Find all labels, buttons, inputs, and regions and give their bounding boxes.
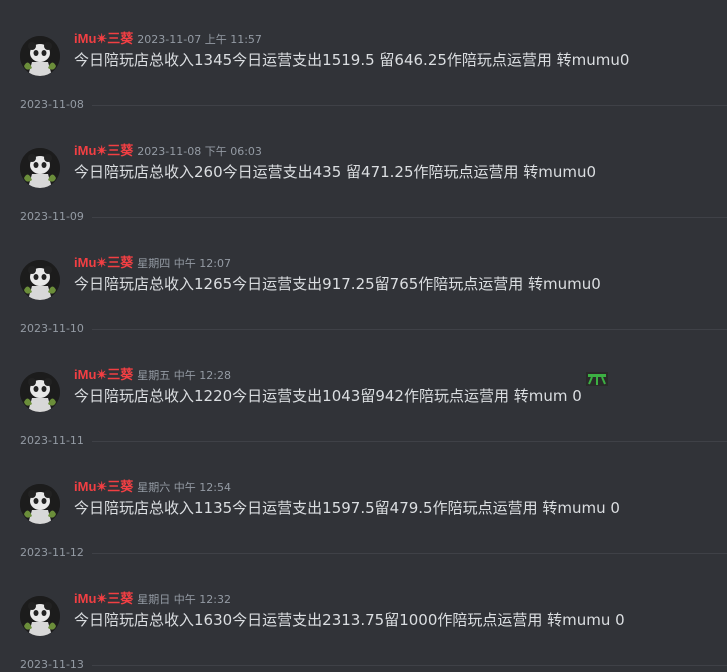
message-content: 今日陪玩店总收入1135今日运营支出1597.5留479.5作陪玩点运营用 转m… [74,499,620,517]
message-content: 今日陪玩店总收入1630今日运营支出2313.75留1000作陪玩点运营用 转m… [74,611,625,629]
panda-avatar-icon [20,260,60,300]
panda-avatar-icon [20,148,60,188]
chat-message-list: iMu✴三葵 2023-11-07 上午 11:57 今日陪玩店总收入1345今日… [0,0,727,672]
divider-line [20,329,727,330]
date-divider-label: 2023-11-11 [20,434,92,448]
panda-avatar-icon [20,36,60,76]
divider-line [20,665,727,666]
message-timestamp: 2023-11-07 上午 11:57 [137,33,262,46]
message-item[interactable]: iMu✴三葵 星期四 中午 12:07 今日陪玩店总收入1265今日运营支出917… [0,254,727,314]
date-divider: 2023-11-11 [20,434,727,448]
avatar[interactable] [20,260,60,300]
message-item[interactable]: iMu✴三葵 2023-11-08 下午 06:03 今日陪玩店总收入260今日运… [0,142,727,202]
panda-avatar-icon [20,372,60,412]
panda-avatar-icon [20,596,60,636]
divider-line [20,217,727,218]
message-content: 今日陪玩店总收入1265今日运营支出917.25留765作陪玩点运营用 转mum… [74,275,601,293]
author-name[interactable]: iMu✴三葵 [74,479,133,494]
avatar[interactable] [20,372,60,412]
message-timestamp: 2023-11-08 下午 06:03 [137,145,262,158]
author-name[interactable]: iMu✴三葵 [74,367,133,382]
avatar[interactable] [20,36,60,76]
date-divider: 2023-11-08 [20,98,727,112]
message-timestamp: 星期五 中午 12:28 [137,369,231,382]
author-name[interactable]: iMu✴三葵 [74,591,133,606]
panda-avatar-icon [20,484,60,524]
message-item[interactable]: iMu✴三葵 星期日 中午 12:32 今日陪玩店总收入1630今日运营支出231… [0,590,727,650]
message-timestamp: 星期六 中午 12:54 [137,481,231,494]
message-timestamp: 星期日 中午 12:32 [137,593,231,606]
avatar[interactable] [20,148,60,188]
avatar[interactable] [20,484,60,524]
green-emoji-icon [586,372,608,386]
author-name[interactable]: iMu✴三葵 [74,255,133,270]
message-item[interactable]: iMu✴三葵 星期六 中午 12:54 今日陪玩店总收入1135今日运营支出159… [0,478,727,538]
date-divider-label: 2023-11-09 [20,210,92,224]
date-divider: 2023-11-09 [20,210,727,224]
message-content: 今日陪玩店总收入1220今日运营支出1043留942作陪玩点运营用 转mum 0 [74,387,582,405]
date-divider-label: 2023-11-08 [20,98,92,112]
divider-line [20,441,727,442]
message-content: 今日陪玩店总收入260今日运营支出435 留471.25作陪玩点运营用 转mum… [74,163,597,181]
divider-line [20,553,727,554]
date-divider-label: 2023-11-12 [20,546,92,560]
message-timestamp: 星期四 中午 12:07 [137,257,231,270]
message-content: 今日陪玩店总收入1345今日运营支出1519.5 留646.25作陪玩点运营用 … [74,51,630,69]
author-name[interactable]: iMu✴三葵 [74,31,133,46]
date-divider: 2023-11-12 [20,546,727,560]
date-divider-label: 2023-11-13 [20,658,92,672]
date-divider-label: 2023-11-10 [20,322,92,336]
date-divider: 2023-11-13 [20,658,727,672]
divider-line [20,105,727,106]
avatar[interactable] [20,596,60,636]
message-item[interactable]: iMu✴三葵 2023-11-07 上午 11:57 今日陪玩店总收入1345今日… [0,30,727,90]
date-divider: 2023-11-10 [20,322,727,336]
message-item[interactable]: iMu✴三葵 星期五 中午 12:28 今日陪玩店总收入1220今日运营支出104… [0,366,727,426]
author-name[interactable]: iMu✴三葵 [74,143,133,158]
